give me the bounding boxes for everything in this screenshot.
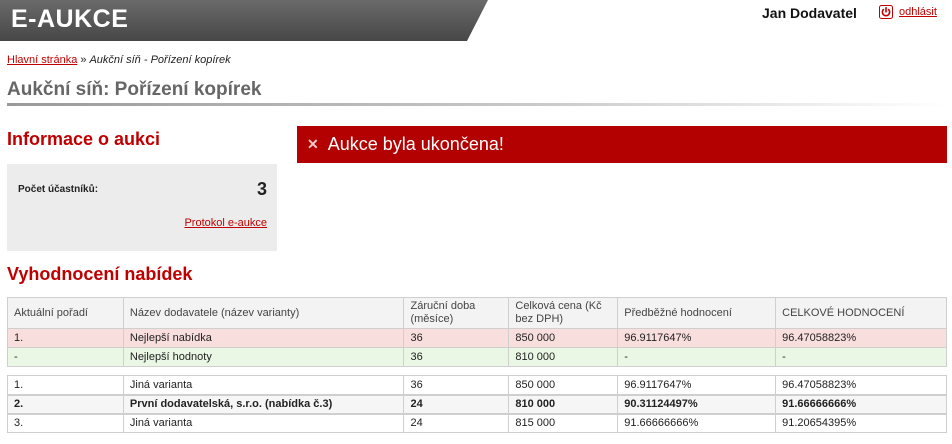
table-cell: 815 000 [508,413,619,433]
table-cell: 810 000 [508,347,619,367]
logo-bar: E-AUKCE [0,0,488,41]
table-row: 3. Jiná varianta 24 815 000 91.66666666%… [7,413,947,433]
evaluation-heading: Vyhodnocení nabídek [7,264,193,284]
info-panel: Počet účastníků: 3 Protokol e-aukce [7,164,277,251]
breadcrumb-current: Aukční síň - Pořízení kopírek [89,54,231,66]
spacer-cell [7,366,947,376]
participants-label: Počet účastníků: [18,184,99,195]
table-cell: 91.20654395% [775,413,947,433]
table-cell: Nejlepší nabídka [122,328,405,348]
column-header-preliminary: Předběžné hodnocení [617,297,777,329]
logout[interactable]: odhlásit [879,5,937,19]
table-cell: 2. [7,393,124,415]
best-offer-row: 1. Nejlepší nabídka 36 850 000 96.911764… [7,328,947,348]
best-values-row: - Nejlepší hodnoty 36 810 000 - - [7,347,947,367]
column-header-supplier: Název dodavatele (název varianty) [122,297,405,329]
participants-count: 3 [256,179,267,199]
table-cell: 96.9117647% [617,375,777,395]
power-icon[interactable] [879,5,893,19]
results-table: Aktuální pořadí Název dodavatele (název … [7,297,947,433]
table-cell: - [775,347,947,367]
table-cell: 810 000 [508,393,619,415]
column-header-warranty: Záruční doba (měsíce) [403,297,510,329]
table-cell: 24 [403,413,510,433]
breadcrumb-separator: » [80,54,87,66]
table-cell: 96.47058823% [775,328,947,348]
column-header-total: CELKOVÉ HODNOCENÍ [775,297,947,329]
protocol-link[interactable]: Protokol e-aukce [184,217,267,229]
table-row-own-offer: 2. První dodavatelská, s.r.o. (nabídka č… [7,393,947,415]
user-name: Jan Dodavatel [762,5,857,21]
table-cell: První dodavatelská, s.r.o. (nabídka č.3) [122,393,405,415]
breadcrumb-home-link[interactable]: Hlavní stránka [7,54,77,66]
table-cell: - [617,347,777,367]
close-icon: ✕ [307,136,319,152]
table-cell: 90.31124497% [617,393,777,415]
column-header-rank: Aktuální pořadí [7,297,124,329]
title-divider [7,103,947,106]
table-cell: 850 000 [508,328,619,348]
table-cell: 91.66666666% [617,413,777,433]
table-cell: Nejlepší hodnoty [122,347,405,367]
table-cell: 3. [7,413,124,433]
table-cell: 36 [403,375,510,395]
table-cell: 36 [403,347,510,367]
table-cell: Jiná varianta [122,413,405,433]
table-cell: 36 [403,328,510,348]
app-logo[interactable]: E-AUKCE [11,5,128,34]
table-cell: 24 [403,393,510,415]
table-cell: 96.47058823% [775,375,947,395]
alert-text: Aukce byla ukončena! [327,134,504,154]
table-cell: - [7,347,124,367]
column-header-price: Celková cena (Kč bez DPH) [508,297,619,329]
table-cell: Jiná varianta [122,375,405,395]
page-title: Aukční síň: Pořízení kopírek [7,79,262,100]
breadcrumb: Hlavní stránka» Aukční síň - Pořízení kop… [7,54,231,66]
info-heading: Informace o aukci [7,129,161,149]
auction-ended-alert: ✕ Aukce byla ukončena! [297,126,947,163]
table-spacer-row [7,366,947,376]
table-cell: 850 000 [508,375,619,395]
table-cell: 96.9117647% [617,328,777,348]
logout-link[interactable]: odhlásit [899,6,937,18]
table-cell: 91.66666666% [775,393,947,415]
table-cell: 1. [7,375,124,395]
table-cell: 1. [7,328,124,348]
table-row: 1. Jiná varianta 36 850 000 96.9117647% … [7,375,947,395]
table-header-row: Aktuální pořadí Název dodavatele (název … [7,297,947,329]
